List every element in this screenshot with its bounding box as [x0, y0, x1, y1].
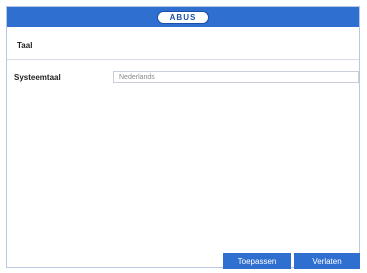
title-bar: ABUS: [7, 7, 359, 27]
exit-button[interactable]: Verlaten: [294, 253, 360, 269]
brand-logo: ABUS: [157, 10, 209, 24]
section-header: Taal: [7, 27, 359, 60]
system-language-value: Nederlands: [119, 73, 155, 81]
system-language-row: Systeemtaal Nederlands: [7, 71, 359, 85]
section-title: Taal: [17, 41, 33, 50]
settings-window: ABUS Taal Systeemtaal Nederlands Toepass…: [6, 6, 360, 269]
brand-logo-text: ABUS: [169, 12, 197, 22]
system-language-label: Systeemtaal: [14, 73, 61, 82]
apply-button[interactable]: Toepassen: [223, 253, 291, 269]
system-language-select[interactable]: Nederlands: [113, 71, 359, 83]
